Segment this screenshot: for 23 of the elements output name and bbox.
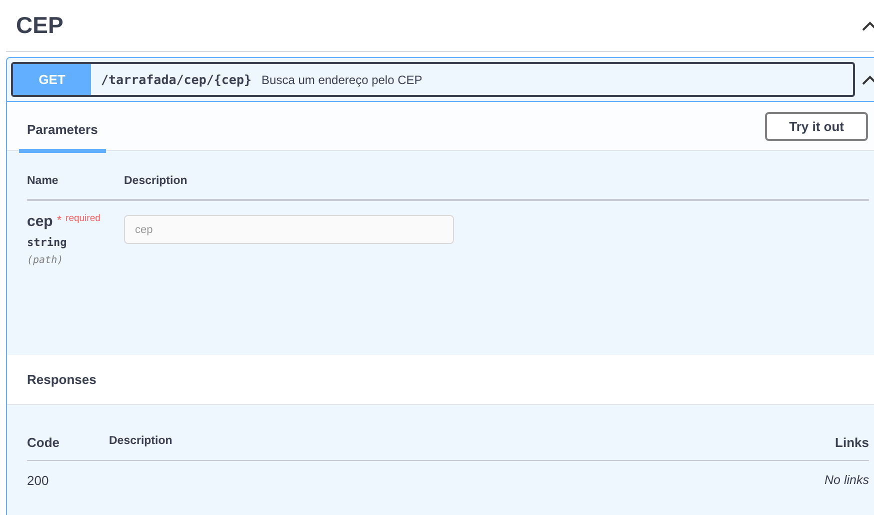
endpoint-path: /tarrafada/cep/{cep} xyxy=(101,72,252,87)
section-title: CEP xyxy=(16,12,64,39)
chevron-icon xyxy=(861,74,874,86)
parameter-location: (path) xyxy=(27,255,64,266)
endpoint-description: Busca um endereço pelo CEP xyxy=(262,72,422,86)
parameter-name: cep xyxy=(27,213,53,230)
chevron-icon xyxy=(861,20,874,32)
parameter-type: string xyxy=(27,236,68,249)
input-field[interactable]: cep xyxy=(124,215,454,244)
try-it-out-button[interactable]: Try it out xyxy=(765,112,868,140)
tab[interactable]: Parameters xyxy=(19,108,106,152)
table-cell: 200 xyxy=(27,473,49,488)
required-asterisk: * xyxy=(56,213,62,227)
operation-summary[interactable]: GET /tarrafada/cep/{cep} Busca um endereço pelo CEP xyxy=(11,62,855,97)
method-badge: GET xyxy=(13,64,91,95)
required-label: required xyxy=(66,213,100,224)
column-header: Links xyxy=(835,435,869,450)
responses-title: Responses xyxy=(27,372,96,387)
column-header: Name xyxy=(27,175,60,187)
column-header: Code xyxy=(27,435,60,450)
table-cell: No links xyxy=(824,473,869,488)
column-header: Description xyxy=(124,175,188,187)
column-header: Description xyxy=(109,435,174,447)
